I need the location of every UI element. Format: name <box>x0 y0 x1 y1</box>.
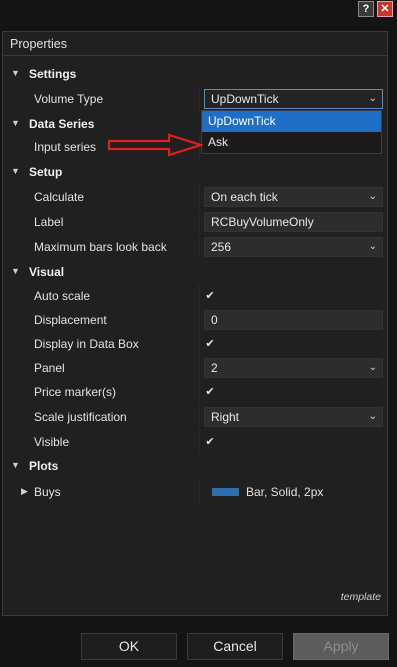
prop-row-calculate: Calculate On each tick ⌄ <box>3 186 387 208</box>
panel-title: Properties <box>3 32 387 56</box>
column-divider <box>199 431 200 453</box>
label-label: Label <box>34 215 64 229</box>
collapse-caret-icon[interactable]: ▼ <box>11 167 20 176</box>
prop-row-price-marker: Price marker(s) ✔ <box>3 381 387 403</box>
dropdown-option-ask[interactable]: Ask <box>202 132 381 153</box>
panel-select[interactable]: 2 ⌄ <box>204 358 383 378</box>
apply-button[interactable]: Apply <box>293 633 389 660</box>
prop-row-displacement: Displacement 0 <box>3 309 387 331</box>
column-divider <box>199 285 200 307</box>
template-link[interactable]: template <box>341 591 381 603</box>
expand-caret-icon[interactable]: ▶ <box>21 486 28 497</box>
price-marker-label: Price marker(s) <box>34 385 117 399</box>
panel-label: Panel <box>34 361 65 375</box>
input-series-label: Input series <box>34 140 97 154</box>
annotation-arrow-icon <box>107 133 203 157</box>
column-divider <box>199 406 200 428</box>
dropdown-option-updowntick[interactable]: UpDownTick <box>202 111 381 132</box>
prop-row-display-in-data-box: Display in Data Box ✔ <box>3 333 387 355</box>
collapse-caret-icon[interactable]: ▼ <box>11 267 20 276</box>
volume-type-label: Volume Type <box>34 92 104 106</box>
column-divider <box>199 236 200 258</box>
ok-button[interactable]: OK <box>81 633 177 660</box>
panel-value: 2 <box>211 361 218 375</box>
section-setup[interactable]: ▼ Setup <box>3 161 387 183</box>
calculate-label: Calculate <box>34 190 85 204</box>
chevron-down-icon: ⌄ <box>368 191 377 202</box>
max-bars-value: 256 <box>211 240 232 254</box>
auto-scale-checkbox[interactable]: ✔ <box>204 290 216 302</box>
prop-row-volume-type: Volume Type UpDownTick ⌄ <box>3 88 387 110</box>
plot-color-swatch[interactable] <box>212 488 239 496</box>
visible-label: Visible <box>34 435 70 449</box>
column-divider <box>199 309 200 331</box>
column-divider <box>199 186 200 208</box>
prop-row-auto-scale: Auto scale ✔ <box>3 285 387 307</box>
column-divider <box>199 88 200 110</box>
chevron-down-icon: ⌄ <box>368 362 377 373</box>
display-in-data-box-checkbox[interactable]: ✔ <box>204 338 216 350</box>
scale-justification-label: Scale justification <box>34 410 127 424</box>
prop-row-max-bars: Maximum bars look back 256 ⌄ <box>3 236 387 258</box>
chevron-down-icon: ⌄ <box>368 411 377 422</box>
section-label: Setup <box>29 165 63 179</box>
volume-type-select[interactable]: UpDownTick ⌄ <box>204 89 383 109</box>
prop-row-visible: Visible ✔ <box>3 431 387 453</box>
label-input[interactable]: RCBuyVolumeOnly <box>204 212 383 232</box>
section-plots[interactable]: ▼ Plots <box>3 455 387 477</box>
prop-row-label: Label RCBuyVolumeOnly <box>3 211 387 233</box>
prop-row-scale-justification: Scale justification Right ⌄ <box>3 406 387 428</box>
column-divider <box>199 333 200 355</box>
volume-type-dropdown-list: UpDownTick Ask <box>201 110 382 154</box>
section-settings[interactable]: ▼ Settings <box>3 63 387 85</box>
section-label: Plots <box>29 459 59 473</box>
prop-row-panel: Panel 2 ⌄ <box>3 357 387 379</box>
cancel-button[interactable]: Cancel <box>187 633 283 660</box>
help-icon[interactable]: ? <box>358 1 374 17</box>
chevron-down-icon: ⌄ <box>368 241 377 252</box>
displacement-input[interactable]: 0 <box>204 310 383 330</box>
displacement-label: Displacement <box>34 313 107 327</box>
column-divider <box>199 211 200 233</box>
collapse-caret-icon[interactable]: ▼ <box>11 461 20 470</box>
prop-row-buys[interactable]: ▶ Buys Bar, Solid, 2px <box>3 481 387 503</box>
section-label: Data Series <box>29 117 95 131</box>
visible-checkbox[interactable]: ✔ <box>204 436 216 448</box>
section-visual[interactable]: ▼ Visual <box>3 261 387 283</box>
auto-scale-label: Auto scale <box>34 289 91 303</box>
close-icon[interactable]: ✕ <box>377 1 393 17</box>
column-divider <box>199 357 200 379</box>
column-divider <box>199 481 200 503</box>
column-divider <box>199 381 200 403</box>
collapse-caret-icon[interactable]: ▼ <box>11 119 20 128</box>
buys-label: Buys <box>34 485 61 499</box>
volume-type-value: UpDownTick <box>211 92 279 106</box>
calculate-value: On each tick <box>211 190 278 204</box>
calculate-select[interactable]: On each tick ⌄ <box>204 187 383 207</box>
max-bars-label: Maximum bars look back <box>34 240 167 254</box>
buys-style-text: Bar, Solid, 2px <box>246 485 324 499</box>
title-bar: ? ✕ <box>0 0 397 22</box>
display-in-data-box-label: Display in Data Box <box>34 337 139 351</box>
section-label: Visual <box>29 265 65 279</box>
collapse-caret-icon[interactable]: ▼ <box>11 69 20 78</box>
chevron-down-icon: ⌄ <box>368 93 377 104</box>
max-bars-select[interactable]: 256 ⌄ <box>204 237 383 257</box>
price-marker-checkbox[interactable]: ✔ <box>204 386 216 398</box>
section-label: Settings <box>29 67 77 81</box>
scale-justification-select[interactable]: Right ⌄ <box>204 407 383 427</box>
scale-justification-value: Right <box>211 410 240 424</box>
